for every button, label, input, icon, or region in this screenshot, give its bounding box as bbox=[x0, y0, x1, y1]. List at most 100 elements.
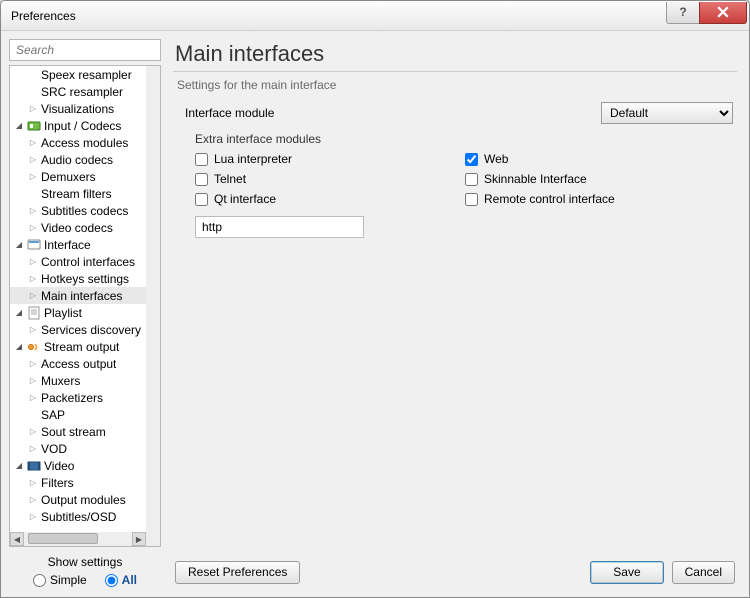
tree-item-label: Filters bbox=[41, 476, 74, 490]
chk-skin-input[interactable] bbox=[465, 173, 478, 186]
tree-item[interactable]: Output modules bbox=[10, 491, 146, 508]
codecs-icon bbox=[27, 119, 41, 133]
settings-tree: Speex resamplerSRC resampler Visualizatio… bbox=[9, 65, 161, 547]
tree-item-label: Demuxers bbox=[41, 170, 96, 184]
tree-item[interactable]: VOD bbox=[10, 440, 146, 457]
footer: Reset Preferences Save Cancel bbox=[169, 555, 741, 589]
chk-rc-input[interactable] bbox=[465, 193, 478, 206]
save-button[interactable]: Save bbox=[590, 561, 663, 584]
tree-item[interactable]: Muxers bbox=[10, 372, 146, 389]
tree-item[interactable]: Access output bbox=[10, 355, 146, 372]
tree-item-label: Stream filters bbox=[41, 187, 112, 201]
sidebar: Speex resamplerSRC resampler Visualizatio… bbox=[9, 39, 161, 589]
tree-item[interactable]: Sout stream bbox=[10, 423, 146, 440]
page-subtitle: Settings for the main interface bbox=[177, 78, 741, 92]
tree-item[interactable]: Subtitles/OSD bbox=[10, 508, 146, 525]
tree-item[interactable]: Stream output bbox=[10, 338, 146, 355]
close-button[interactable] bbox=[699, 2, 747, 24]
help-button[interactable]: ? bbox=[666, 2, 700, 24]
radio-simple-input[interactable] bbox=[33, 574, 46, 587]
expand-icon[interactable] bbox=[28, 375, 38, 386]
tree-item[interactable]: Access modules bbox=[10, 134, 146, 151]
radio-all-input[interactable] bbox=[105, 574, 118, 587]
tree-item[interactable]: Video bbox=[10, 457, 146, 474]
tree-item[interactable]: Audio codecs bbox=[10, 151, 146, 168]
tree-item[interactable]: Demuxers bbox=[10, 168, 146, 185]
chk-lua[interactable]: Lua interpreter bbox=[195, 152, 455, 166]
tree-item[interactable]: Visualizations bbox=[10, 100, 146, 117]
expand-icon[interactable] bbox=[28, 494, 38, 505]
tree-item-label: Audio codecs bbox=[41, 153, 113, 167]
tree-item[interactable]: Hotkeys settings bbox=[10, 270, 146, 287]
tree-item[interactable]: Interface bbox=[10, 236, 146, 253]
tree-item-label: Video bbox=[44, 459, 74, 473]
collapse-icon[interactable] bbox=[14, 120, 24, 131]
preferences-window: Preferences ? Speex resamplerSRC resampl… bbox=[0, 0, 750, 598]
chk-telnet-input[interactable] bbox=[195, 173, 208, 186]
tree-item[interactable]: Packetizers bbox=[10, 389, 146, 406]
tree-item[interactable]: Subtitles codecs bbox=[10, 202, 146, 219]
expand-icon[interactable] bbox=[28, 273, 38, 284]
expand-icon[interactable] bbox=[28, 426, 38, 437]
expand-icon[interactable] bbox=[28, 290, 38, 301]
tree-item-label: SAP bbox=[41, 408, 65, 422]
tree-item-label: Video codecs bbox=[41, 221, 113, 235]
extra-modules-input[interactable] bbox=[195, 216, 364, 238]
expand-icon[interactable] bbox=[28, 205, 38, 216]
scroll-thumb[interactable] bbox=[28, 533, 98, 544]
tree-item[interactable]: Speex resampler bbox=[10, 66, 146, 83]
expand-icon[interactable] bbox=[28, 477, 38, 488]
tree-item-label: Sout stream bbox=[41, 425, 106, 439]
interface-module-select[interactable]: Default bbox=[601, 102, 733, 124]
expand-icon[interactable] bbox=[28, 392, 38, 403]
tree-vscroll[interactable] bbox=[146, 66, 160, 532]
chk-web[interactable]: Web bbox=[465, 152, 725, 166]
expand-icon[interactable] bbox=[28, 511, 38, 522]
tree-item-label: Interface bbox=[44, 238, 91, 252]
reset-preferences-button[interactable]: Reset Preferences bbox=[175, 561, 300, 584]
tree-item[interactable]: Input / Codecs bbox=[10, 117, 146, 134]
interface-icon bbox=[27, 238, 41, 252]
expand-icon[interactable] bbox=[28, 154, 38, 165]
collapse-icon[interactable] bbox=[14, 307, 24, 318]
close-icon bbox=[717, 6, 729, 18]
search-input[interactable] bbox=[9, 39, 161, 61]
chk-qt[interactable]: Qt interface bbox=[195, 192, 455, 206]
tree-item[interactable]: Stream filters bbox=[10, 185, 146, 202]
tree-item-label: Visualizations bbox=[41, 102, 114, 116]
expand-icon[interactable] bbox=[28, 103, 38, 114]
chk-telnet[interactable]: Telnet bbox=[195, 172, 455, 186]
help-icon: ? bbox=[679, 5, 686, 19]
chk-qt-input[interactable] bbox=[195, 193, 208, 206]
extra-modules-label: Extra interface modules bbox=[195, 132, 733, 146]
tree-item[interactable]: Services discovery bbox=[10, 321, 146, 338]
tree-item[interactable]: Control interfaces bbox=[10, 253, 146, 270]
expand-icon[interactable] bbox=[28, 443, 38, 454]
tree-item[interactable]: SAP bbox=[10, 406, 146, 423]
chk-rc[interactable]: Remote control interface bbox=[465, 192, 725, 206]
scroll-left-icon[interactable]: ◀ bbox=[10, 532, 24, 546]
expand-icon[interactable] bbox=[28, 171, 38, 182]
radio-simple[interactable]: Simple bbox=[33, 573, 87, 587]
cancel-button[interactable]: Cancel bbox=[672, 561, 735, 584]
tree-item[interactable]: Video codecs bbox=[10, 219, 146, 236]
collapse-icon[interactable] bbox=[14, 460, 24, 471]
expand-icon[interactable] bbox=[28, 222, 38, 233]
radio-all[interactable]: All bbox=[105, 573, 137, 587]
tree-item[interactable]: SRC resampler bbox=[10, 83, 146, 100]
tree-item[interactable]: Main interfaces bbox=[10, 287, 146, 304]
expand-icon[interactable] bbox=[28, 256, 38, 267]
playlist-icon bbox=[27, 306, 41, 320]
expand-icon[interactable] bbox=[28, 324, 38, 335]
tree-hscroll[interactable]: ◀ ▶ bbox=[10, 532, 146, 546]
chk-web-input[interactable] bbox=[465, 153, 478, 166]
expand-icon[interactable] bbox=[28, 358, 38, 369]
expand-icon[interactable] bbox=[28, 137, 38, 148]
tree-item[interactable]: Filters bbox=[10, 474, 146, 491]
scroll-right-icon[interactable]: ▶ bbox=[132, 532, 146, 546]
tree-item[interactable]: Playlist bbox=[10, 304, 146, 321]
chk-skin[interactable]: Skinnable Interface bbox=[465, 172, 725, 186]
collapse-icon[interactable] bbox=[14, 239, 24, 250]
chk-lua-input[interactable] bbox=[195, 153, 208, 166]
collapse-icon[interactable] bbox=[14, 341, 24, 352]
